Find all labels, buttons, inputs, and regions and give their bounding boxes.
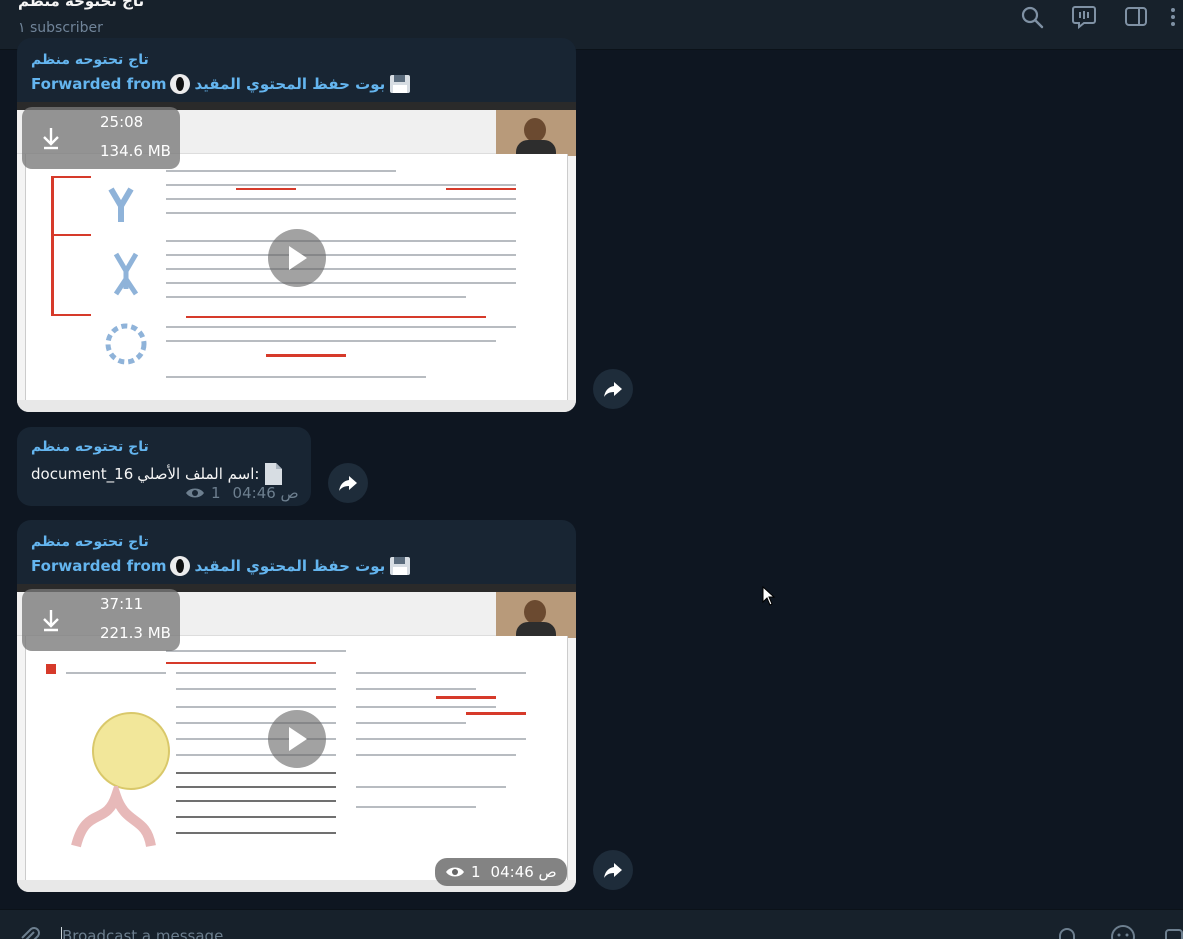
forwarded-source[interactable]: بوت حفظ المحتوي المقيد: [194, 75, 385, 93]
view-count: 1: [471, 863, 481, 881]
channel-title[interactable]: تاج تحتوحه منظم: [18, 0, 144, 10]
floppy-disk-icon: [390, 557, 411, 575]
video-info[interactable]: 37:11 221.3 MB: [22, 589, 180, 651]
search-icon[interactable]: [1019, 4, 1045, 30]
video-info[interactable]: 25:08 134.6 MB: [22, 107, 180, 169]
forwarded-header[interactable]: Forwarded from بوت حفظ المحتوي المقيد: [31, 556, 411, 576]
avatar: [170, 74, 191, 94]
webcam-overlay: [496, 592, 576, 638]
sender-name[interactable]: تاج تحتوحه منظم: [31, 52, 149, 68]
avatar: [170, 556, 191, 576]
play-button[interactable]: [268, 710, 326, 768]
play-icon: [289, 246, 307, 270]
play-icon: [289, 727, 307, 751]
video-duration: 25:08: [100, 113, 144, 131]
sender-name[interactable]: تاج تحتوحه منظم: [31, 439, 149, 455]
message-bubble[interactable]: تاج تحتوحه منظم document_16 اسم الملف ال…: [17, 427, 311, 506]
emoji-icon[interactable]: [1110, 924, 1136, 939]
message-composer: [0, 909, 1183, 939]
forwarded-source[interactable]: بوت حفظ المحتوي المقيد: [194, 557, 385, 575]
floppy-disk-icon: [390, 75, 411, 93]
video-thumbnail[interactable]: 25:08 134.6 MB: [17, 102, 576, 412]
video-size: 221.3 MB: [100, 624, 171, 642]
share-button[interactable]: [593, 369, 633, 409]
forwarded-label: Forwarded from: [31, 557, 167, 575]
subscriber-count: ١ subscriber: [18, 20, 103, 36]
message-input[interactable]: [62, 924, 962, 939]
attach-icon[interactable]: [16, 924, 42, 939]
download-icon[interactable]: [40, 607, 62, 633]
forwarded-label: Forwarded from: [31, 75, 167, 93]
live-stream-icon[interactable]: [1071, 4, 1097, 30]
video-duration: 37:11: [100, 595, 144, 613]
message-bubble[interactable]: تاج تحتوحه منظم Forwarded from بوت حفظ ا…: [17, 520, 576, 892]
message-meta: 1 04:46 ص: [185, 484, 299, 502]
forwarded-header[interactable]: Forwarded from بوت حفظ المحتوي المقيد: [31, 74, 411, 94]
share-icon: [339, 476, 357, 491]
play-button[interactable]: [268, 229, 326, 287]
webcam-overlay: [496, 110, 576, 156]
send-icon[interactable]: [1162, 924, 1183, 939]
message-meta: 1 04:46 ص: [435, 858, 567, 886]
video-thumbnail[interactable]: 37:11 221.3 MB 1 04:46 ص: [17, 584, 576, 892]
message-time: 04:46 ص: [490, 863, 557, 881]
filename: document_16: [31, 465, 134, 483]
message-text: document_16 اسم الملف الأصلي:: [31, 462, 283, 486]
original-filename-label: اسم الملف الأصلي:: [137, 465, 260, 483]
views-icon: [446, 867, 464, 877]
sender-name[interactable]: تاج تحتوحه منظم: [31, 534, 149, 550]
share-icon: [604, 382, 622, 397]
message-bubble[interactable]: تاج تحتوحه منظم Forwarded from بوت حفظ ا…: [17, 38, 576, 412]
share-button[interactable]: [593, 850, 633, 890]
mouse-cursor-icon: [762, 586, 776, 606]
document-icon: [265, 463, 283, 485]
download-icon[interactable]: [40, 125, 62, 151]
sidebar-toggle-icon[interactable]: [1123, 4, 1149, 30]
message-time: 04:46 ص: [232, 484, 299, 502]
views-icon: [186, 488, 204, 498]
share-button[interactable]: [328, 463, 368, 503]
view-count: 1: [211, 484, 221, 502]
notifications-icon[interactable]: [1054, 924, 1080, 939]
share-icon: [604, 863, 622, 878]
more-icon[interactable]: [1166, 4, 1180, 30]
video-size: 134.6 MB: [100, 142, 171, 160]
